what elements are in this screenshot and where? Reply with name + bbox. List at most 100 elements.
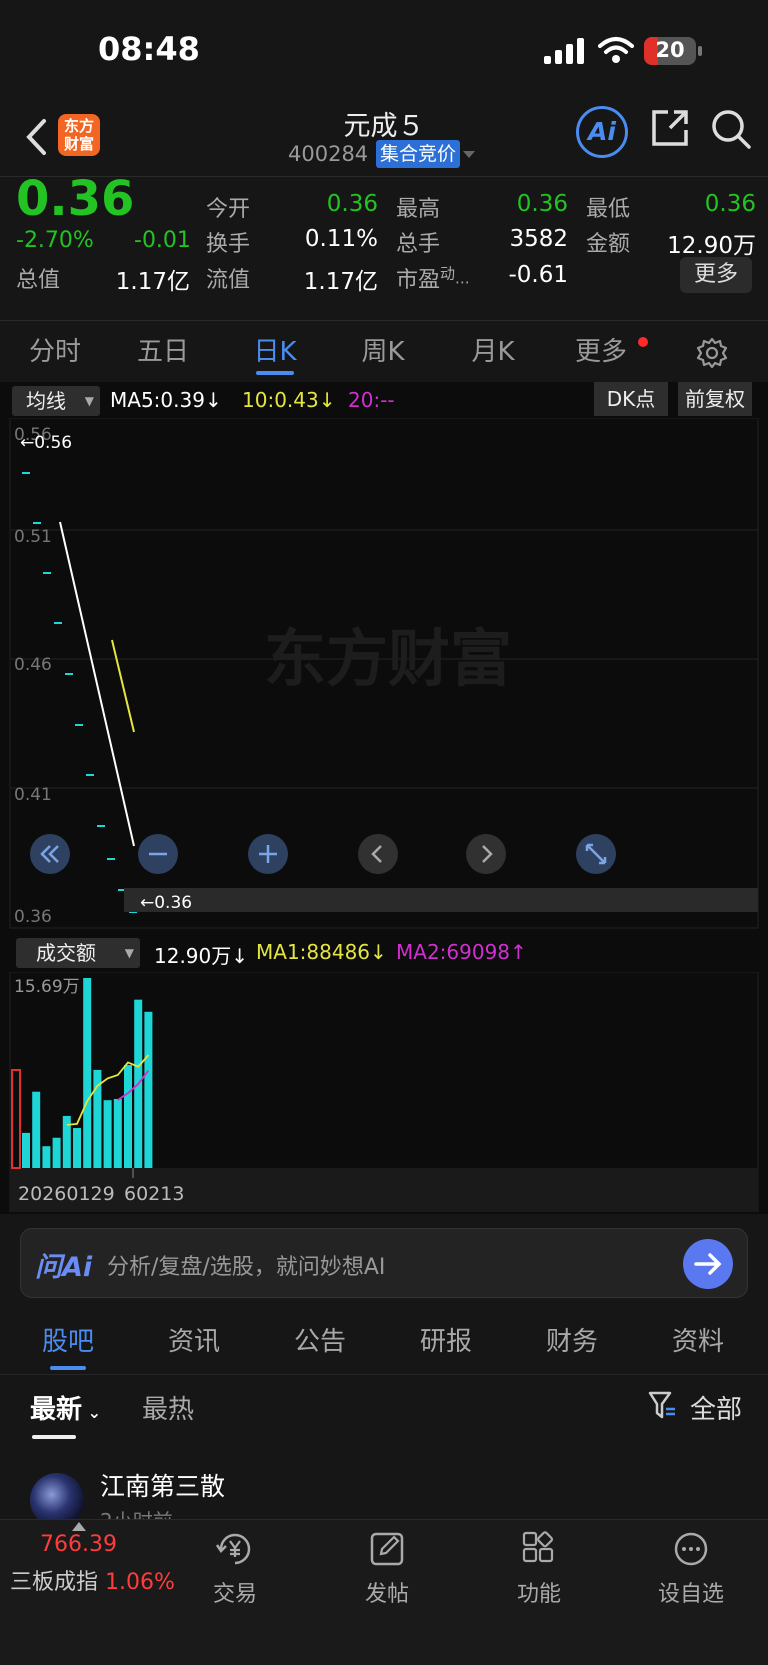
high-label: 最高 [396, 197, 441, 222]
edit-icon [370, 1532, 404, 1566]
tab-profile[interactable]: 资料 [635, 1310, 761, 1374]
price-adjust-button[interactable]: 前复权 [678, 382, 752, 416]
change-pct: -2.70% [16, 228, 94, 253]
turnover-label: 换手 [206, 232, 251, 257]
volume-y-max: 15.69万 [14, 977, 80, 997]
filter-all[interactable]: 全部 [690, 1389, 742, 1426]
volume-chart[interactable]: 15.69万 20260129 60213 [0, 972, 768, 1212]
amount-label: 金额 [586, 232, 631, 257]
open-value: 0.36 [326, 191, 378, 217]
next-button[interactable] [466, 834, 506, 874]
y-tick: 0.51 [14, 527, 52, 547]
dropdown-arrow-icon: ▼ [124, 946, 134, 960]
plus-icon [259, 845, 277, 863]
volume-bar [103, 1100, 112, 1168]
fullscreen-button[interactable] [576, 834, 616, 874]
forum-feed: 最新 ⌄ 最热 全部 江南第三散 2小时前 [0, 1374, 768, 1533]
stock-code: 400284 [288, 142, 369, 166]
tab-announcements[interactable]: 公告 [257, 1310, 383, 1374]
volume-ma2: MA2:69098↑ [396, 940, 527, 964]
status-bar: 08:48 20 [0, 0, 768, 100]
pe-sup: 动 [440, 264, 456, 283]
open-label: 今开 [206, 197, 251, 222]
share-icon[interactable] [650, 108, 690, 148]
wifi-icon [598, 37, 634, 63]
arrow-right-icon [694, 1253, 722, 1275]
y-tick: 0.46 [14, 655, 52, 675]
watermark: 东方财富 [264, 622, 512, 695]
pe-label[interactable]: 市盈动⋯ [396, 262, 470, 294]
tab-five-day[interactable]: 五日 [122, 321, 204, 383]
post-username[interactable]: 江南第三散 [100, 1467, 225, 1503]
filter-icon[interactable] [648, 1391, 676, 1421]
ask-ai-section: 问Ai 分析/复盘/选股，就问妙想AI [0, 1214, 768, 1310]
ma10-legend: 10:0.43↓ [242, 388, 336, 412]
volume-indicator-label: 成交额 [36, 941, 96, 965]
more-circle-icon [674, 1532, 708, 1566]
sort-latest[interactable]: 最新 ⌄ [30, 1389, 101, 1426]
market-cap: 1.17亿 [115, 269, 190, 295]
ask-ai-input[interactable]: 分析/复盘/选股，就问妙想AI [107, 1249, 385, 1281]
pe-value: -0.61 [508, 262, 568, 288]
tab-weekly-k[interactable]: 周K [342, 321, 424, 383]
zoom-bar [124, 888, 758, 912]
ask-ai-bar[interactable]: 问Ai 分析/复盘/选股，就问妙想AI [20, 1228, 748, 1298]
dock-post[interactable]: 发帖 [312, 1530, 462, 1608]
date-end-label: 60213 [124, 1183, 184, 1205]
ma-indicator-select[interactable]: 均线 ▼ [12, 386, 100, 416]
kline-chart-area: 均线 ▼ MA5:0.39↓ 10:0.43↓ 20:-- DK点 前复权 东方财… [0, 382, 768, 1214]
tab-active-indicator [50, 1366, 86, 1370]
low-value: 0.36 [704, 191, 756, 217]
volume-bar [83, 978, 92, 1168]
sort-hot[interactable]: 最热 [142, 1389, 194, 1426]
tab-monthly-k[interactable]: 月K [452, 321, 534, 383]
volume-indicator-select[interactable]: 成交额 ▼ [16, 938, 140, 968]
signal-icon [544, 38, 584, 64]
tab-financials[interactable]: 财务 [509, 1310, 635, 1374]
tab-news[interactable]: 资讯 [131, 1310, 257, 1374]
dock-watchlist[interactable]: 设自选 [616, 1530, 766, 1608]
tab-intraday[interactable]: 分时 [14, 321, 96, 383]
volume-current: 12.90万↓ [154, 944, 249, 968]
index-value[interactable]: 766.39 [40, 1532, 117, 1557]
sort-indicator [32, 1435, 76, 1439]
double-chevron-left-icon [40, 845, 59, 863]
back-icon[interactable] [24, 118, 48, 156]
chevron-down-icon[interactable] [462, 150, 476, 160]
tab-more[interactable]: 更多 [560, 321, 642, 383]
expand-icon [585, 843, 607, 865]
quote-panel: 0.36 -2.70% -0.01 总值 1.17亿 今开 0.36 换手 0.… [0, 171, 768, 320]
dock-functions[interactable]: 功能 [464, 1530, 614, 1608]
scroll-to-start-button[interactable] [30, 834, 70, 874]
index-ticker[interactable]: 三板成指 1.06% [10, 1564, 175, 1596]
stock-name[interactable]: 元成５ [284, 104, 484, 143]
more-button[interactable]: 更多 [680, 257, 752, 293]
app-logo: 东方 财富 [58, 114, 100, 156]
volume-bar [22, 1132, 30, 1168]
float-cap: 1.17亿 [303, 269, 378, 295]
high-value: 0.36 [516, 191, 568, 217]
pe-label-text: 市盈 [396, 268, 441, 293]
dock-functions-label: 功能 [516, 1582, 561, 1607]
search-icon[interactable] [710, 108, 752, 150]
ai-button[interactable]: Ai [576, 106, 628, 158]
volume-bar [113, 1098, 122, 1168]
ask-ai-send-button[interactable] [683, 1239, 733, 1289]
volume-bar [73, 1128, 81, 1168]
volume-bar [124, 1065, 132, 1168]
battery-level: 20 [655, 38, 685, 62]
volume-bar [52, 1137, 61, 1168]
zoom-out-button[interactable] [138, 834, 178, 874]
tab-forum[interactable]: 股吧 [5, 1310, 131, 1374]
dock-watchlist-label: 设自选 [657, 1582, 724, 1607]
low-label: 最低 [586, 197, 631, 222]
last-price: 0.36 [16, 171, 135, 227]
volume-bar [32, 1091, 41, 1168]
dock-trade[interactable]: 交易 [160, 1530, 310, 1608]
dk-point-button[interactable]: DK点 [594, 382, 668, 416]
prev-button[interactable] [358, 834, 398, 874]
tab-research[interactable]: 研报 [383, 1310, 509, 1374]
zoom-in-button[interactable] [248, 834, 288, 874]
settings-gear-icon[interactable] [696, 337, 728, 369]
chevron-right-icon [482, 845, 493, 863]
